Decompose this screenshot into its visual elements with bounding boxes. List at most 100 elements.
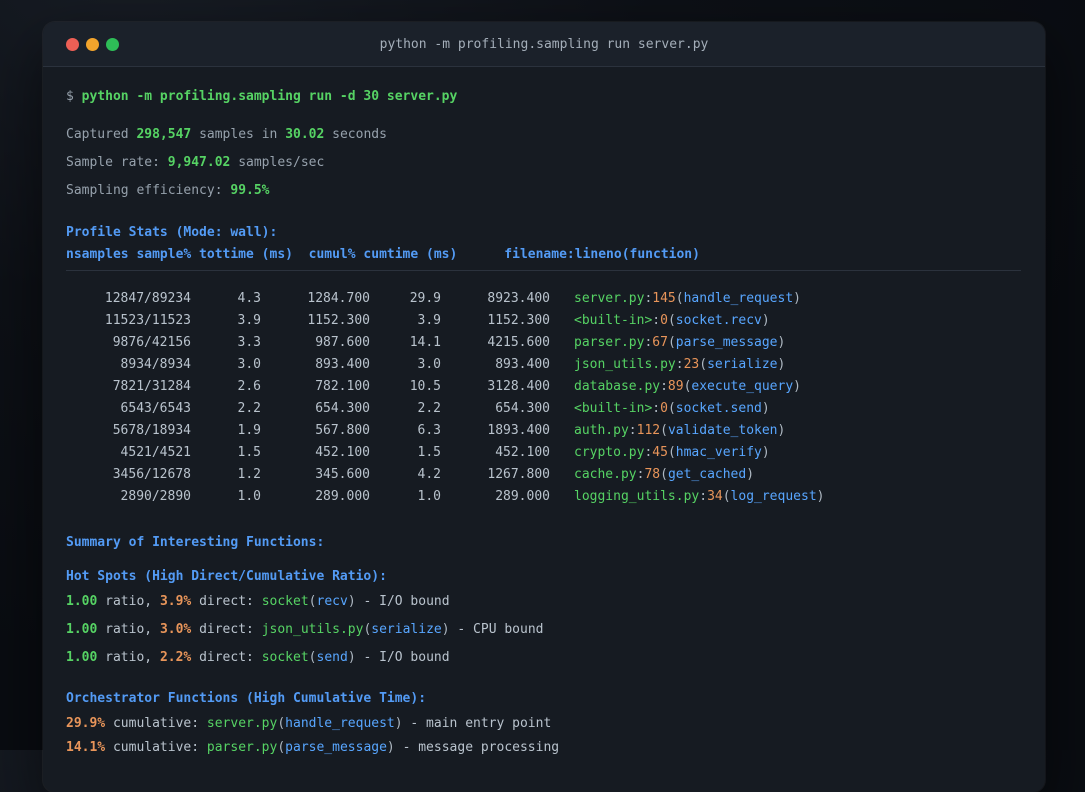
function-name: parse_message	[675, 335, 778, 350]
sample-pct-cell: 1.0	[237, 489, 261, 504]
cumulative-label: cumulative:	[112, 716, 200, 731]
cumul-pct-cell: 3.9	[417, 313, 441, 328]
filename: <built-in>	[574, 401, 653, 416]
open-paren: (	[277, 740, 286, 755]
lineno: 0	[660, 401, 668, 416]
filename: database.py	[574, 379, 661, 394]
ratio-label: ratio,	[105, 594, 153, 609]
colon: :	[628, 423, 637, 438]
ratio-value: 1.00	[66, 650, 98, 665]
tottime-cell: 452.100	[315, 445, 370, 460]
tottime-cell: 289.000	[315, 489, 370, 504]
minimize-button[interactable]	[86, 37, 99, 51]
open-paren: (	[675, 291, 684, 306]
filename: crypto.py	[574, 445, 645, 460]
window-title: python -m profiling.sampling run server.…	[379, 36, 709, 52]
cumtime-cell: 1152.300	[487, 313, 550, 328]
function-name: socket.recv	[675, 313, 762, 328]
close-paren: )	[761, 313, 770, 328]
sample-pct-cell: 1.5	[237, 445, 261, 460]
location-cell: socket(recv)	[262, 594, 356, 609]
direct-pct: 3.0%	[159, 622, 192, 637]
traffic-lights	[66, 22, 119, 66]
nsamples-cell: 4521/4521	[120, 445, 191, 460]
ratio-label: ratio,	[105, 650, 153, 665]
close-button[interactable]	[66, 37, 79, 51]
direct-label: direct:	[199, 650, 254, 665]
table-divider	[66, 270, 1021, 271]
sample-pct-cell: 4.3	[237, 291, 261, 306]
function-name: parse_message	[285, 740, 387, 755]
nsamples-cell: 5678/18934	[112, 423, 191, 438]
direct-pct: 3.9%	[159, 594, 192, 609]
function-name: socket.send	[675, 401, 762, 416]
close-paren: )	[777, 335, 786, 350]
captured-label: Captured	[66, 127, 129, 142]
samples-in-label: samples in	[199, 127, 278, 142]
location-cell: json_utils.py:23(serialize)	[574, 357, 785, 372]
cumtime-cell: 452.100	[495, 445, 550, 460]
terminal-content: $ python -m profiling.sampling run -d 30…	[43, 67, 1045, 758]
tottime-cell: 782.100	[315, 379, 370, 394]
function-name: handle_request	[285, 716, 395, 731]
hot-spot-item: 1.00 ratio, 2.2% direct: socket(send) - …	[66, 648, 1021, 668]
open-paren: (	[277, 716, 286, 731]
location-cell: parser.py:67(parse_message)	[574, 335, 785, 350]
sample-pct-cell: 1.9	[237, 423, 261, 438]
function-name: execute_query	[691, 379, 794, 394]
open-paren: (	[699, 357, 708, 372]
location-cell: logging_utils.py:34(log_request)	[574, 489, 824, 504]
profile-row: 8934/8934 3.0 893.400 3.0 893.400 json_utils.…	[66, 354, 1021, 376]
open-paren: (	[667, 313, 676, 328]
cumul-pct-cell: 14.1	[409, 335, 441, 350]
open-paren: (	[667, 335, 676, 350]
lineno: 23	[683, 357, 700, 372]
location-cell: socket(send)	[262, 650, 356, 665]
role-desc: - main entry point	[410, 716, 552, 731]
close-paren: )	[761, 445, 770, 460]
sample-rate-line: Sample rate: 9,947.02 samples/sec	[66, 153, 1021, 173]
lineno: 112	[636, 423, 661, 438]
nsamples-cell: 11523/11523	[104, 313, 191, 328]
lineno: 78	[644, 467, 661, 482]
ratio-value: 1.00	[66, 622, 98, 637]
open-paren: (	[308, 594, 317, 609]
lineno: 45	[652, 445, 668, 460]
sample-pct-cell: 3.9	[237, 313, 261, 328]
profile-row: 9876/42156 3.3 987.600 14.1 4215.600 parser.p…	[66, 332, 1021, 354]
tottime-cell: 654.300	[315, 401, 370, 416]
tottime-cell: 345.600	[315, 467, 370, 482]
lineno: 34	[707, 489, 723, 504]
cumulative-pct: 14.1%	[66, 740, 106, 755]
rate-label: Sample rate:	[66, 155, 160, 170]
rate-unit: samples/sec	[238, 155, 325, 170]
filename: cache.py	[574, 467, 637, 482]
close-paren: )	[777, 423, 786, 438]
ratio-value: 1.00	[66, 594, 98, 609]
ratio-label: ratio,	[105, 622, 153, 637]
close-paren: )	[793, 379, 801, 394]
nsamples-cell: 12847/89234	[104, 291, 191, 306]
location-cell: crypto.py:45(hmac_verify)	[574, 445, 770, 460]
filename: json_utils.py	[574, 357, 676, 372]
nsamples-cell: 9876/42156	[112, 335, 191, 350]
cumtime-cell: 289.000	[495, 489, 550, 504]
filename: <built-in>	[574, 313, 653, 328]
cumul-pct-cell: 4.2	[417, 467, 441, 482]
filename: server.py	[574, 291, 645, 306]
profile-row: 11523/11523 3.9 1152.300 3.9 1152.300 <built-…	[66, 310, 1021, 332]
location-cell: cache.py:78(get_cached)	[574, 467, 754, 482]
sample-pct-cell: 2.6	[237, 379, 261, 394]
close-paren: )	[816, 489, 825, 504]
direct-pct: 2.2%	[159, 650, 192, 665]
cumtime-cell: 1267.800	[487, 467, 550, 482]
efficiency-value: 99.5%	[230, 183, 270, 198]
open-paren: (	[660, 467, 668, 482]
profile-table: 12847/89234 4.3 1284.700 29.9 8923.400 server…	[66, 288, 1021, 508]
cumul-pct-cell: 10.5	[409, 379, 441, 394]
filename: socket	[261, 650, 309, 665]
sample-pct-cell: 2.2	[237, 401, 261, 416]
zoom-button[interactable]	[106, 37, 119, 51]
cumul-pct-cell: 1.0	[417, 489, 441, 504]
cumul-pct-cell: 2.2	[417, 401, 441, 416]
